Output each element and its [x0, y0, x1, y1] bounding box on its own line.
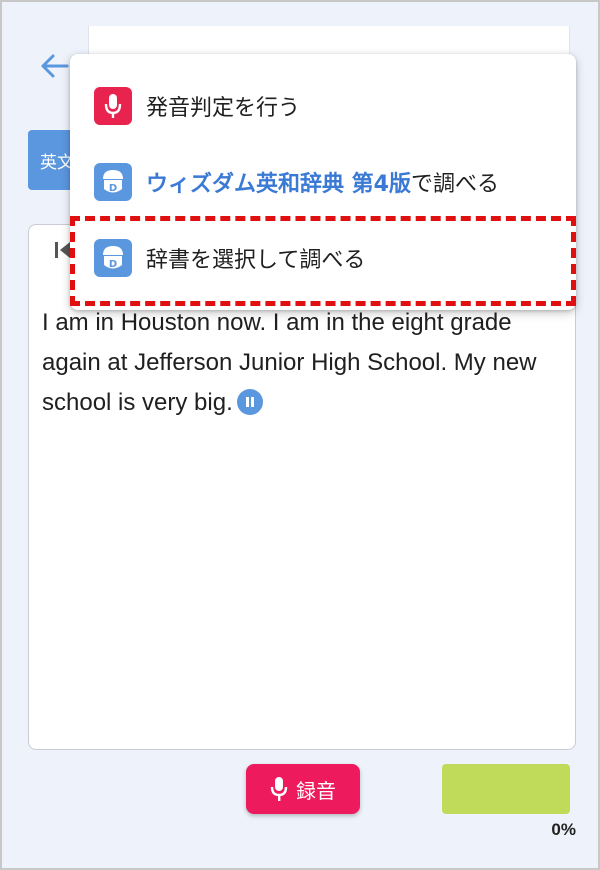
record-button-label: 録音	[296, 778, 336, 803]
svg-text:D: D	[109, 183, 117, 194]
dictionary-icon: D	[94, 163, 132, 201]
record-button[interactable]: 録音	[246, 764, 360, 814]
menu-item-wisdom-dictionary[interactable]: D ウィズダム英和辞典 第4版 で調べる	[70, 144, 576, 220]
skip-back-icon[interactable]	[55, 241, 71, 259]
microphone-icon	[270, 777, 288, 801]
score-percent: 0%	[551, 820, 576, 839]
menu-item-label: 発音判定を行う	[146, 96, 301, 121]
app-frame: 英文 I am in Houston now. I am in the eigh…	[0, 0, 600, 870]
menu-item-pronunciation-check[interactable]: 発音判定を行う	[70, 68, 576, 144]
arrow-left-icon	[41, 54, 69, 78]
dictionary-icon: D	[94, 239, 132, 277]
back-button[interactable]	[36, 48, 72, 84]
score-bar	[442, 764, 570, 814]
passage-text[interactable]: I am in Houston now. I am in the eight g…	[42, 309, 537, 416]
pause-icon[interactable]	[236, 389, 263, 415]
menu-item-suffix: で調べる	[410, 172, 499, 197]
menu-item-label: 辞書を選択して調べる	[146, 248, 366, 273]
dictionary-name: ウィズダム英和辞典 第4版	[146, 172, 411, 197]
menu-item-select-dictionary[interactable]: D 辞書を選択して調べる	[70, 220, 576, 296]
context-menu: 発音判定を行う D ウィズダム英和辞典 第4版 で調べる D 辞書を選択して調べ…	[70, 54, 576, 310]
passage-text-block: I am in Houston now. I am in the eight g…	[42, 303, 562, 423]
tab-english-label: 英文	[40, 152, 74, 173]
svg-text:D: D	[109, 259, 117, 270]
microphone-icon	[94, 87, 132, 125]
